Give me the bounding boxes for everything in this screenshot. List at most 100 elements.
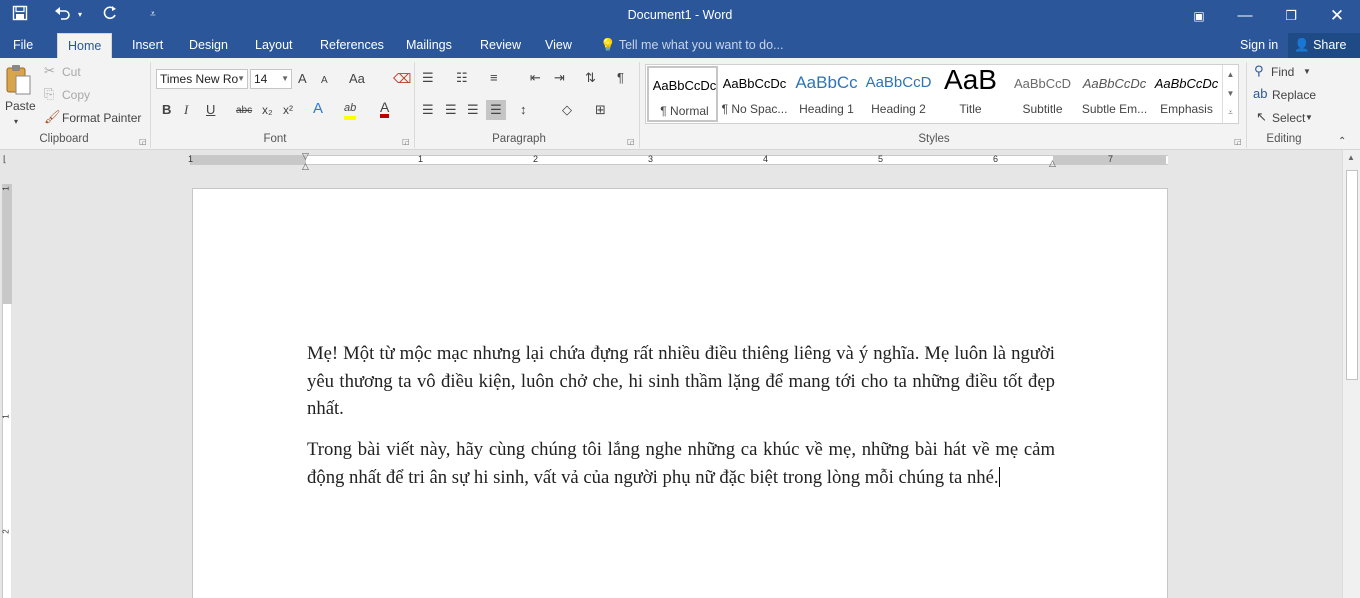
tab-view[interactable]: View	[535, 33, 582, 58]
style-normal[interactable]: AaBbCcDc ¶ Normal	[647, 66, 718, 122]
underline-icon[interactable]: U	[206, 102, 215, 118]
paste-dropdown-icon[interactable]: ▾	[14, 114, 18, 130]
decrease-indent-icon[interactable]: ⇤	[530, 70, 541, 86]
ruler-number: 2	[1, 529, 11, 534]
multilevel-list-icon[interactable]: ≡	[490, 70, 498, 86]
styles-launcher-icon[interactable]: ◲	[1234, 137, 1242, 146]
ruler-number: 1	[188, 154, 194, 164]
tell-me-placeholder: Tell me what you want to do...	[618, 38, 784, 52]
borders-icon[interactable]: ⊞	[595, 102, 606, 118]
scroll-up-icon[interactable]: ▲	[1347, 153, 1355, 162]
more-styles-icon[interactable]: ⩡	[1223, 103, 1238, 122]
format-painter-button[interactable]: Format Painter	[62, 110, 141, 126]
paragraph-text: Trong bài viết này, hãy cùng chúng tôi l…	[307, 439, 1055, 488]
tab-design[interactable]: Design	[179, 33, 238, 58]
chevron-up-icon[interactable]: ▲	[1223, 65, 1238, 84]
style-no-spacing[interactable]: AaBbCcDc ¶ No Spac...	[719, 66, 790, 122]
align-center-icon[interactable]: ☰	[445, 102, 457, 118]
style-heading-2[interactable]: AaBbCcD Heading 2	[863, 66, 934, 122]
font-launcher-icon[interactable]: ◲	[402, 137, 410, 146]
left-indent-icon[interactable]: △	[302, 161, 309, 172]
pilcrow-icon[interactable]: ¶	[617, 70, 624, 86]
paragraph-launcher-icon[interactable]: ◲	[627, 137, 635, 146]
tab-mailings[interactable]: Mailings	[396, 33, 462, 58]
grow-font-icon[interactable]: A	[298, 71, 307, 87]
styles-scroll[interactable]: ▲ ▼ ⩡	[1222, 65, 1238, 123]
align-right-icon[interactable]: ☰	[467, 102, 479, 118]
right-indent-icon[interactable]: △	[1049, 158, 1056, 169]
share-label: Share	[1313, 38, 1347, 52]
style-subtle-emphasis[interactable]: AaBbCcDc Subtle Em...	[1079, 66, 1150, 122]
find-button[interactable]: Find	[1271, 64, 1294, 80]
style-subtitle[interactable]: AaBbCcD Subtitle	[1007, 66, 1078, 122]
chevron-down-icon[interactable]: ▼	[1223, 84, 1238, 103]
line-spacing-icon[interactable]: ↕	[520, 102, 527, 118]
horizontal-ruler[interactable]: 1 1 2 3 4 5 6 7	[188, 154, 1168, 165]
ribbon: Paste ▾ ✂ Cut ⎘ Copy 🖌 Format Painter Cl…	[0, 58, 1360, 150]
tab-insert[interactable]: Insert	[122, 33, 173, 58]
sort-icon[interactable]: ⇅	[585, 70, 596, 86]
replace-button[interactable]: Replace	[1272, 87, 1316, 103]
clear-formatting-icon[interactable]: ⌫	[393, 71, 411, 87]
chevron-down-icon[interactable]: ▼	[1303, 64, 1311, 80]
increase-indent-icon[interactable]: ⇥	[554, 70, 565, 86]
style-emphasis[interactable]: AaBbCcDc Emphasis	[1151, 66, 1222, 122]
font-size-select[interactable]: 14 ▼	[250, 69, 292, 89]
minimize-icon[interactable]: —	[1230, 5, 1260, 27]
strikethrough-icon[interactable]: abc	[236, 103, 252, 119]
font-family-select[interactable]: Times New Ro ▼	[156, 69, 248, 89]
highlight-icon[interactable]: ab	[344, 100, 357, 120]
ruler-number: 3	[648, 154, 654, 164]
font-color-icon[interactable]: A	[380, 100, 390, 118]
superscript-icon[interactable]: x²	[283, 102, 293, 118]
scrollbar-thumb[interactable]	[1346, 170, 1358, 380]
collapse-ribbon-icon[interactable]: ⌃	[1338, 134, 1346, 150]
share-button[interactable]: 👤 Share	[1288, 33, 1360, 58]
ruler-number: 7	[1108, 154, 1114, 164]
align-left-icon[interactable]: ☰	[422, 102, 434, 118]
close-icon[interactable]: ✕	[1322, 5, 1352, 27]
tab-home[interactable]: Home	[57, 33, 113, 58]
italic-icon[interactable]: I	[184, 102, 188, 118]
tab-references[interactable]: References	[310, 33, 394, 58]
ribbon-display-icon[interactable]: ▣	[1184, 5, 1214, 27]
cut-button[interactable]: Cut	[62, 64, 81, 80]
subscript-icon[interactable]: x₂	[262, 102, 273, 118]
tab-review[interactable]: Review	[470, 33, 531, 58]
style-preview: AaB	[944, 66, 997, 95]
style-heading-1[interactable]: AaBbCc Heading 1	[791, 66, 862, 122]
paste-icon	[5, 64, 35, 96]
restore-icon[interactable]: ❐	[1276, 5, 1306, 27]
style-name: Heading 1	[799, 102, 854, 116]
person-icon: 👤	[1294, 38, 1310, 52]
copy-button[interactable]: Copy	[62, 87, 90, 103]
vertical-scrollbar[interactable]: ▲	[1342, 150, 1360, 598]
tab-selector-icon[interactable]: ⌊	[3, 154, 7, 165]
justify-icon[interactable]: ☰	[486, 100, 506, 120]
sign-in-link[interactable]: Sign in	[1240, 33, 1278, 57]
ribbon-tabs: File Home Insert Design Layout Reference…	[0, 33, 1360, 58]
format-painter-icon: 🖌	[44, 109, 61, 124]
bullets-icon[interactable]: ☰	[422, 70, 434, 86]
style-title[interactable]: AaB Title	[935, 66, 1006, 122]
vertical-ruler[interactable]: 1 1 2	[0, 170, 12, 598]
change-case-icon[interactable]: Aa	[349, 71, 365, 87]
tab-file[interactable]: File	[3, 33, 43, 58]
tab-layout[interactable]: Layout	[245, 33, 303, 58]
numbering-icon[interactable]: ☷	[456, 70, 468, 86]
document-page[interactable]: Mẹ! Một từ mộc mạc nhưng lại chứa đựng r…	[192, 188, 1168, 598]
chevron-down-icon[interactable]: ▼	[1305, 110, 1313, 126]
select-button[interactable]: Select	[1272, 110, 1305, 126]
text-effects-icon[interactable]: A	[313, 101, 323, 117]
ruler-number: 1	[418, 154, 424, 164]
style-name: Emphasis	[1160, 102, 1213, 116]
shrink-font-icon[interactable]: A	[321, 73, 328, 89]
bold-icon[interactable]: B	[162, 102, 171, 118]
text-cursor	[998, 466, 1000, 487]
document-paragraph[interactable]: Trong bài viết này, hãy cùng chúng tôi l…	[307, 436, 1055, 491]
tell-me-box[interactable]: 💡 Tell me what you want to do...	[600, 33, 784, 58]
document-paragraph[interactable]: Mẹ! Một từ mộc mạc nhưng lại chứa đựng r…	[307, 340, 1055, 423]
paste-button[interactable]: Paste	[5, 98, 36, 114]
shading-icon[interactable]: ◇	[562, 102, 572, 118]
clipboard-launcher-icon[interactable]: ◲	[139, 137, 147, 146]
